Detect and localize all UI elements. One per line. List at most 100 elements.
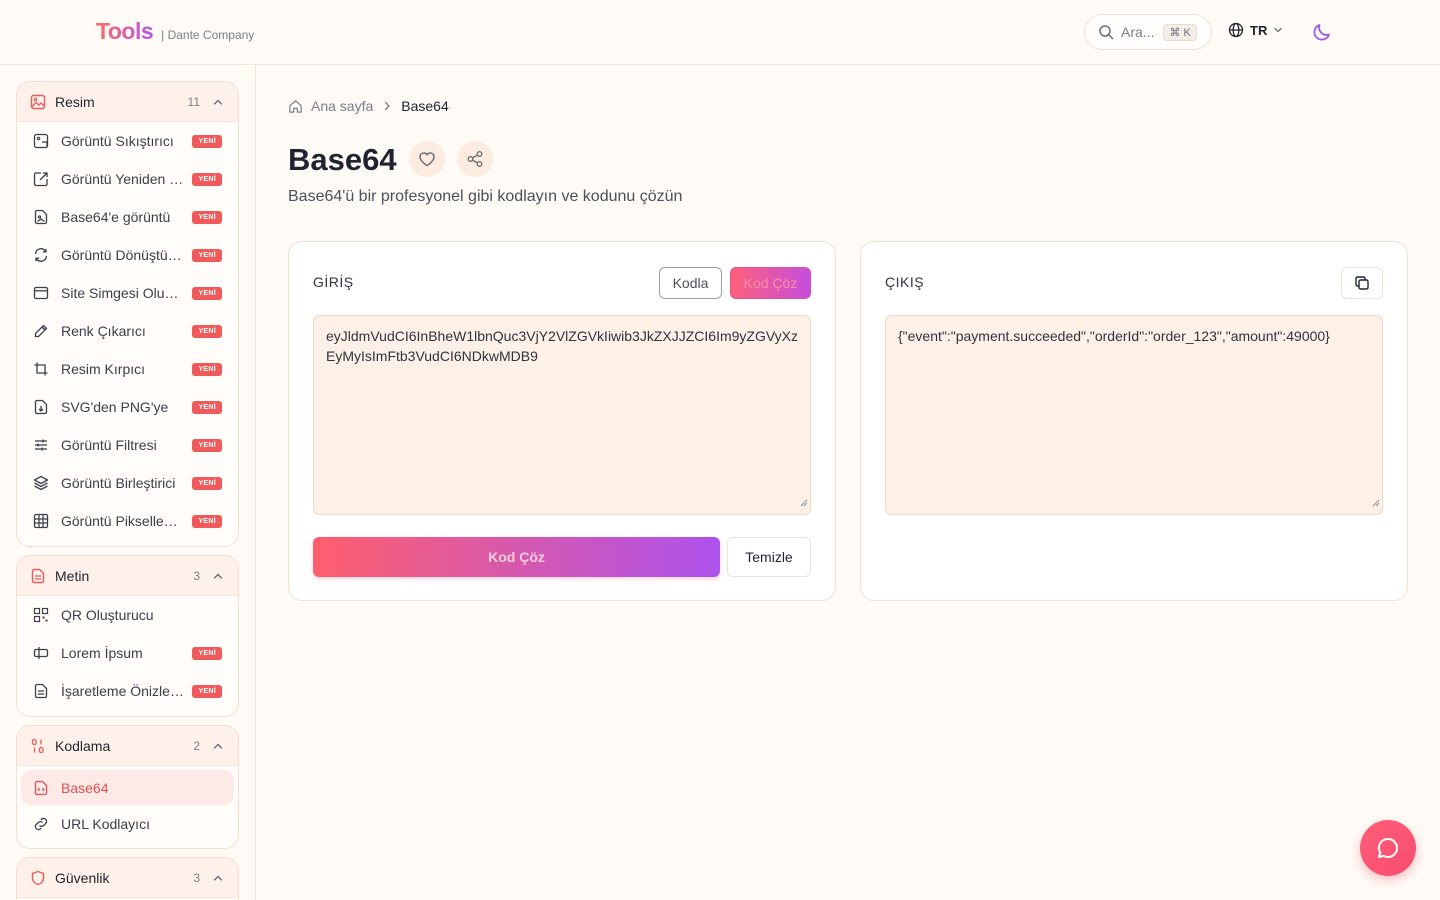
sidebar-item-markdown-preview[interactable]: İşaretleme Önizleyici YENİ [17, 672, 238, 710]
sidebar-group-header[interactable]: Metin 3 [17, 556, 238, 596]
output-panel: ÇIKIŞ {"event":"payment.succeeded","orde… [860, 241, 1408, 601]
sidebar-item-image-merger[interactable]: Görüntü Birleştirici YENİ [17, 464, 238, 502]
input-panel: GİRİŞ Kodla Kod Çöz eyJldmVudCI6InBheW1l… [288, 241, 836, 601]
page-subtitle: Base64'ü bir profesyonel gibi kodlayın v… [288, 188, 683, 205]
sidebar-item-label: Base64 [61, 779, 109, 796]
sidebar-item-image-resizer[interactable]: Görüntü Yeniden Boyutlandırıcı YENİ [17, 160, 238, 198]
sidebar-group-count: 3 [193, 568, 200, 583]
file-lines-icon [33, 683, 49, 699]
sidebar-item-image-to-base64[interactable]: Base64'e görüntü YENİ [17, 198, 238, 236]
sidebar-group-header[interactable]: Güvenlik 3 [17, 858, 238, 898]
language-selector[interactable]: TR [1228, 22, 1283, 38]
sidebar-item-image-pixelator[interactable]: Görüntü Pikselleştirici YENİ [17, 502, 238, 540]
encode-mode-button[interactable]: Kodla [659, 267, 722, 299]
sidebar-item-image-compressor[interactable]: Görüntü Sıkıştırıcı YENİ [17, 122, 238, 160]
sidebar-item-svg-to-png[interactable]: SVG'den PNG'ye YENİ [17, 388, 238, 426]
search-placeholder: Ara... [1121, 24, 1155, 40]
chevron-right-icon [381, 100, 393, 112]
sidebar-item-label: Site Simgesi Oluşturucu [61, 285, 184, 301]
globe-icon [1228, 22, 1244, 38]
sidebar-group-title: Kodlama [55, 737, 111, 754]
output-panel-label: ÇIKIŞ [885, 274, 925, 290]
sidebar-item-label: Görüntü Pikselleştirici [61, 513, 185, 529]
sidebar-group-guvenlik: Güvenlik 3 [16, 857, 239, 900]
sidebar-item-image-filter[interactable]: Görüntü Filtresi YENİ [17, 426, 238, 464]
sidebar-item-lorem-ipsum[interactable]: Lorem İpsum YENİ [17, 634, 238, 672]
breadcrumb-home-link[interactable]: Ana sayfa [311, 98, 373, 114]
sidebar-item-label: Resim Kırpıcı [61, 361, 146, 377]
crop-icon [33, 361, 49, 377]
new-badge: YENİ [192, 684, 222, 698]
chevron-up-icon [212, 96, 224, 108]
refresh-icon [33, 247, 49, 263]
chevron-up-icon [212, 872, 224, 884]
resize-handle-icon[interactable] [800, 492, 808, 512]
sidebar-group-header[interactable]: Resim 11 [17, 82, 238, 122]
file-code-icon [33, 780, 49, 796]
chevron-down-icon [1273, 25, 1283, 35]
theme-toggle[interactable] [1311, 21, 1333, 43]
resize-handle-icon[interactable] [1372, 492, 1380, 512]
message-circle-icon [1375, 835, 1401, 861]
decode-mode-button[interactable]: Kod Çöz [730, 267, 811, 299]
breadcrumb: Ana sayfa Base64 [288, 98, 449, 114]
sidebar-group-title: Güvenlik [55, 869, 110, 886]
image-icon [30, 94, 46, 110]
search-icon [1098, 24, 1114, 40]
input-value: eyJldmVudCI6InBheW1lbnQuc3VjY2VlZGVkIiwi… [326, 328, 799, 364]
sidebar-group-title: Metin [55, 567, 90, 584]
output-textarea[interactable]: {"event":"payment.succeeded","orderId":"… [885, 315, 1383, 515]
favorite-button[interactable] [409, 141, 445, 177]
sidebar-item-base64[interactable]: Base64 [21, 770, 234, 805]
chevron-up-icon [212, 740, 224, 752]
sidebar-item-label: Görüntü Birleştirici [61, 475, 176, 491]
sidebar-item-label: URL Kodlayıcı [61, 816, 150, 832]
brand[interactable]: Tools | Dante Company [96, 18, 254, 45]
share-button[interactable] [457, 141, 493, 177]
file-text-icon [30, 568, 46, 584]
brand-logo[interactable]: Tools [96, 18, 154, 45]
chat-button[interactable] [1360, 820, 1416, 876]
sidebar-group-kodlama: Kodlama 2 Base64 URL Kodlayıcı [16, 725, 239, 849]
new-badge: YENİ [192, 324, 222, 338]
sidebar-item-color-picker[interactable]: Renk Çıkarıcı YENİ [17, 312, 238, 350]
sidebar-item-label: İşaretleme Önizleyici [61, 683, 185, 699]
sidebar-item-url-encoder[interactable]: URL Kodlayıcı [17, 805, 238, 843]
sidebar-item-label: Base64'e görüntü [61, 209, 171, 225]
sidebar-item-label: Renk Çıkarıcı [61, 323, 146, 339]
sidebar-group-metin: Metin 3 QR Oluşturucu Lorem İpsum YENİ İ… [16, 555, 239, 717]
new-badge: YENİ [192, 286, 222, 300]
new-badge: YENİ [192, 438, 222, 452]
new-badge: YENİ [192, 210, 222, 224]
clear-button[interactable]: Temizle [727, 537, 811, 577]
file-image-icon [33, 209, 49, 225]
layers-icon [33, 475, 49, 491]
chevron-up-icon [212, 570, 224, 582]
home-icon[interactable] [288, 99, 303, 114]
sidebar-group-title: Resim [55, 93, 95, 110]
share-icon [465, 149, 485, 169]
sidebar-item-favicon-generator[interactable]: Site Simgesi Oluşturucu YENİ [17, 274, 238, 312]
search-input[interactable]: Ara... ⌘ K [1084, 14, 1212, 50]
sidebar-item-label: Görüntü Dönüştürücü [61, 247, 185, 263]
page-title: Base64 [288, 142, 397, 177]
sidebar-item-qr-generator[interactable]: QR Oluşturucu [17, 596, 238, 634]
top-bar: Tools | Dante Company Ara... ⌘ K TR [0, 0, 1440, 65]
sidebar-item-image-converter[interactable]: Görüntü Dönüştürücü YENİ [17, 236, 238, 274]
sidebar-group-header[interactable]: Kodlama 2 [17, 726, 238, 766]
input-textarea[interactable]: eyJldmVudCI6InBheW1lbnQuc3VjY2VlZGVkIiwi… [313, 315, 811, 515]
output-value: {"event":"payment.succeeded","orderId":"… [898, 328, 1330, 344]
moon-icon [1311, 21, 1333, 43]
copy-button[interactable] [1341, 267, 1383, 299]
sidebar: Resim 11 Görüntü Sıkıştırıcı YENİ Görünt… [0, 65, 256, 900]
image-compress-icon [33, 133, 49, 149]
sidebar-item-label: Görüntü Yeniden Boyutlandırıcı [61, 171, 184, 187]
sidebar-item-label: Lorem İpsum [61, 645, 143, 661]
heart-icon [417, 149, 437, 169]
decode-button[interactable]: Kod Çöz [313, 537, 720, 577]
new-badge: YENİ [192, 362, 222, 376]
sidebar-item-label: Görüntü Sıkıştırıcı [61, 133, 174, 149]
resize-icon [33, 171, 49, 187]
sidebar-item-image-cropper[interactable]: Resim Kırpıcı YENİ [17, 350, 238, 388]
language-label: TR [1250, 22, 1268, 38]
